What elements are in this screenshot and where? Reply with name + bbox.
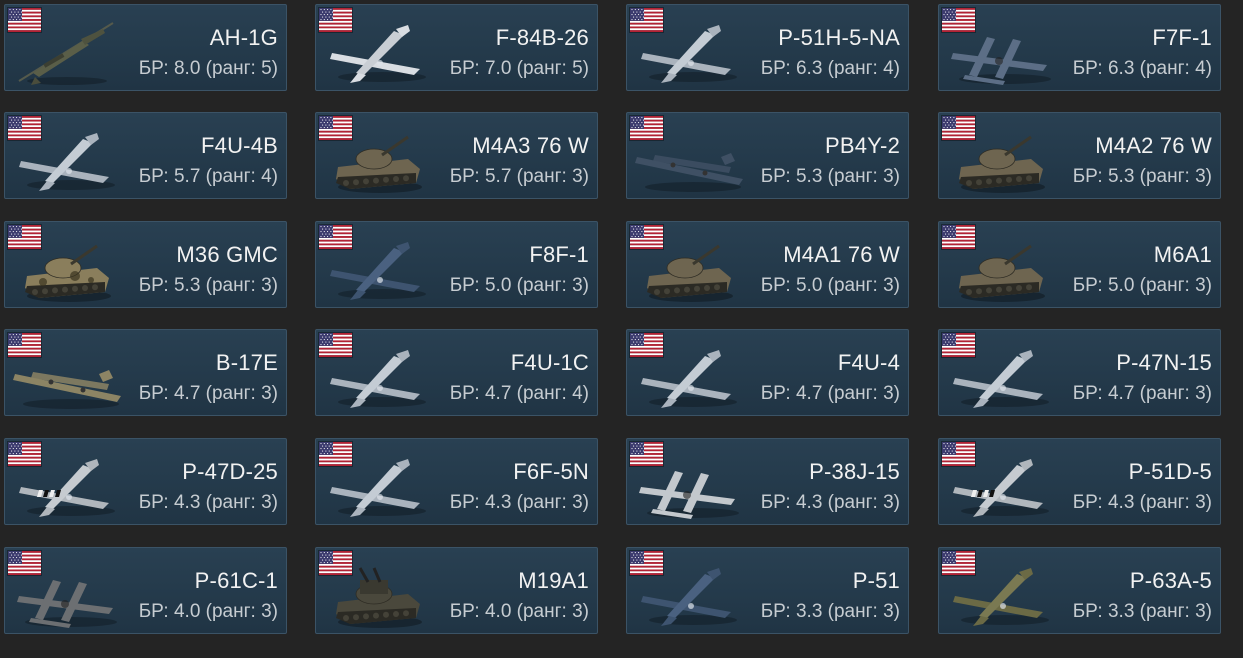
- vehicle-card-m4a2-76-w[interactable]: M4A2 76 W БР: 5.3 (ранг: 3): [938, 112, 1221, 199]
- battle-rating: БР: 5.3 (ранг: 3): [138, 275, 278, 296]
- vehicle-name: P-47N-15: [1116, 350, 1212, 375]
- usa-flag-icon: [630, 225, 663, 249]
- usa-flag-icon: [8, 551, 41, 575]
- vehicle-name: P-51D-5: [1128, 459, 1212, 484]
- vehicle-card-f4u-1c[interactable]: F4U-1C БР: 4.7 (ранг: 4): [315, 329, 598, 416]
- battle-rating: БР: 8.0 (ранг: 5): [138, 58, 278, 79]
- vehicle-name: M4A2 76 W: [1095, 133, 1212, 158]
- battle-rating: БР: 5.7 (ранг: 3): [449, 166, 589, 187]
- battle-rating: БР: 4.7 (ранг: 3): [1072, 383, 1212, 404]
- vehicle-name: M36 GMC: [176, 242, 278, 267]
- battle-rating: БР: 3.3 (ранг: 3): [760, 601, 900, 622]
- vehicle-name: M6A1: [1153, 242, 1212, 267]
- usa-flag-icon: [630, 116, 663, 140]
- battle-rating: БР: 4.7 (ранг: 4): [449, 383, 589, 404]
- usa-flag-icon: [8, 116, 41, 140]
- vehicle-card-m19a1[interactable]: M19A1 БР: 4.0 (ранг: 3): [315, 547, 598, 634]
- usa-flag-icon: [630, 8, 663, 32]
- vehicle-name: P-47D-25: [182, 459, 278, 484]
- vehicle-name: F4U-4: [837, 350, 900, 375]
- vehicle-name: P-61C-1: [194, 568, 278, 593]
- battle-rating: БР: 4.0 (ранг: 3): [138, 601, 278, 622]
- vehicle-name: M4A3 76 W: [472, 133, 589, 158]
- usa-flag-icon: [630, 551, 663, 575]
- vehicle-name: F6F-5N: [513, 459, 589, 484]
- vehicle-card-p-47n-15[interactable]: P-47N-15 БР: 4.7 (ранг: 3): [938, 329, 1221, 416]
- vehicle-card-f6f-5n[interactable]: F6F-5N БР: 4.3 (ранг: 3): [315, 438, 598, 525]
- vehicle-card-f7f-1[interactable]: F7F-1 БР: 6.3 (ранг: 4): [938, 4, 1221, 91]
- battle-rating: БР: 4.3 (ранг: 3): [138, 492, 278, 513]
- vehicle-card-f4u-4b[interactable]: F4U-4B БР: 5.7 (ранг: 4): [4, 112, 287, 199]
- battle-rating: БР: 5.0 (ранг: 3): [760, 275, 900, 296]
- vehicle-name: P-51: [852, 568, 900, 593]
- vehicle-name: F-84B-26: [495, 25, 589, 50]
- usa-flag-icon: [319, 333, 352, 357]
- usa-flag-icon: [630, 333, 663, 357]
- usa-flag-icon: [319, 116, 352, 140]
- vehicle-card-ah-1g[interactable]: AH-1G БР: 8.0 (ранг: 5): [4, 4, 287, 91]
- battle-rating: БР: 4.7 (ранг: 3): [138, 383, 278, 404]
- usa-flag-icon: [8, 225, 41, 249]
- vehicle-name: F4U-4B: [201, 133, 278, 158]
- battle-rating: БР: 4.0 (ранг: 3): [449, 601, 589, 622]
- vehicle-name: P-38J-15: [809, 459, 900, 484]
- vehicle-name: PB4Y-2: [825, 133, 900, 158]
- vehicle-card-b-17e[interactable]: B-17E БР: 4.7 (ранг: 3): [4, 329, 287, 416]
- vehicle-card-m6a1[interactable]: M6A1 БР: 5.0 (ранг: 3): [938, 221, 1221, 308]
- vehicle-name: M4A1 76 W: [783, 242, 900, 267]
- usa-flag-icon: [8, 8, 41, 32]
- battle-rating: БР: 6.3 (ранг: 4): [1072, 58, 1212, 79]
- usa-flag-icon: [8, 333, 41, 357]
- usa-flag-icon: [319, 225, 352, 249]
- vehicle-name: F4U-1C: [510, 350, 589, 375]
- vehicle-card-m4a3-76-w[interactable]: M4A3 76 W БР: 5.7 (ранг: 3): [315, 112, 598, 199]
- usa-flag-icon: [942, 551, 975, 575]
- vehicle-name: B-17E: [215, 350, 278, 375]
- battle-rating: БР: 5.3 (ранг: 3): [760, 166, 900, 187]
- battle-rating: БР: 4.3 (ранг: 3): [449, 492, 589, 513]
- usa-flag-icon: [630, 442, 663, 466]
- battle-rating: БР: 5.0 (ранг: 3): [449, 275, 589, 296]
- usa-flag-icon: [942, 116, 975, 140]
- vehicle-card-p-38j-15[interactable]: P-38J-15 БР: 4.3 (ранг: 3): [626, 438, 909, 525]
- vehicle-card-p-51[interactable]: P-51 БР: 3.3 (ранг: 3): [626, 547, 909, 634]
- vehicle-card-p-63a-5[interactable]: P-63A-5 БР: 3.3 (ранг: 3): [938, 547, 1221, 634]
- vehicle-card-f4u-4[interactable]: F4U-4 БР: 4.7 (ранг: 3): [626, 329, 909, 416]
- vehicle-name: P-63A-5: [1129, 568, 1212, 593]
- usa-flag-icon: [8, 442, 41, 466]
- battle-rating: БР: 3.3 (ранг: 3): [1072, 601, 1212, 622]
- usa-flag-icon: [942, 442, 975, 466]
- vehicle-card-f8f-1[interactable]: F8F-1 БР: 5.0 (ранг: 3): [315, 221, 598, 308]
- vehicle-card-p-47d-25[interactable]: P-47D-25 БР: 4.3 (ранг: 3): [4, 438, 287, 525]
- battle-rating: БР: 6.3 (ранг: 4): [760, 58, 900, 79]
- battle-rating: БР: 5.3 (ранг: 3): [1072, 166, 1212, 187]
- vehicle-name: F7F-1: [1152, 25, 1212, 50]
- vehicle-card-pb4y-2[interactable]: PB4Y-2 БР: 5.3 (ранг: 3): [626, 112, 909, 199]
- vehicle-grid: AH-1G БР: 8.0 (ранг: 5) F-84B-26 БР: 7.0 (р…: [0, 0, 1243, 658]
- usa-flag-icon: [319, 442, 352, 466]
- battle-rating: БР: 4.3 (ранг: 3): [1072, 492, 1212, 513]
- vehicle-card-m4a1-76-w[interactable]: M4A1 76 W БР: 5.0 (ранг: 3): [626, 221, 909, 308]
- vehicle-name: AH-1G: [209, 25, 278, 50]
- vehicle-name: F8F-1: [529, 242, 589, 267]
- vehicle-card-p-51h-5-na[interactable]: P-51H-5-NA БР: 6.3 (ранг: 4): [626, 4, 909, 91]
- usa-flag-icon: [942, 8, 975, 32]
- vehicle-card-m36-gmc[interactable]: M36 GMC БР: 5.3 (ранг: 3): [4, 221, 287, 308]
- battle-rating: БР: 5.7 (ранг: 4): [138, 166, 278, 187]
- vehicle-card-p-61c-1[interactable]: P-61C-1 БР: 4.0 (ранг: 3): [4, 547, 287, 634]
- vehicle-name: M19A1: [518, 568, 589, 593]
- battle-rating: БР: 7.0 (ранг: 5): [449, 58, 589, 79]
- usa-flag-icon: [319, 8, 352, 32]
- usa-flag-icon: [942, 333, 975, 357]
- battle-rating: БР: 4.3 (ранг: 3): [760, 492, 900, 513]
- vehicle-name: P-51H-5-NA: [778, 25, 900, 50]
- vehicle-card-f-84b-26[interactable]: F-84B-26 БР: 7.0 (ранг: 5): [315, 4, 598, 91]
- usa-flag-icon: [942, 225, 975, 249]
- battle-rating: БР: 4.7 (ранг: 3): [760, 383, 900, 404]
- usa-flag-icon: [319, 551, 352, 575]
- battle-rating: БР: 5.0 (ранг: 3): [1072, 275, 1212, 296]
- vehicle-card-p-51d-5[interactable]: P-51D-5 БР: 4.3 (ранг: 3): [938, 438, 1221, 525]
